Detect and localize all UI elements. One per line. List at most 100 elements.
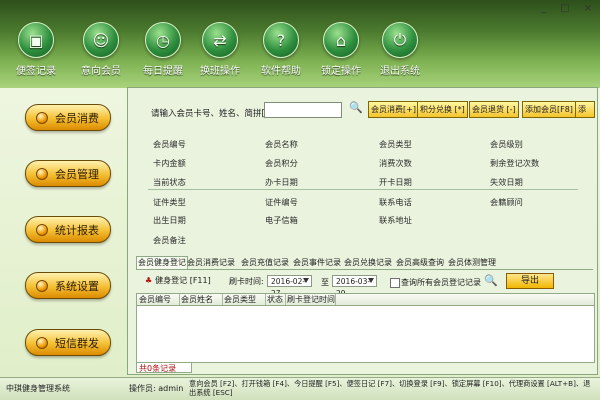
chevron-down-icon — [303, 278, 309, 283]
document-icon: ▣ — [18, 22, 54, 58]
field-label: 出生日期 — [153, 215, 186, 225]
records-table-body — [136, 305, 595, 363]
tab-exchange-records[interactable]: 会员兑换记录 — [344, 257, 392, 268]
toolbar-label: 软件帮助 — [261, 66, 301, 77]
toolbar-help[interactable]: ? 软件帮助 — [253, 22, 309, 77]
help-icon: ? — [263, 22, 299, 58]
start-date-select[interactable]: 2016-02-27 — [267, 275, 312, 298]
end-date-select[interactable]: 2016-03-29 — [332, 275, 377, 298]
field-label: 卡内金额 — [153, 158, 186, 168]
info-divider — [148, 189, 578, 190]
alarm-icon: ◷ — [145, 22, 181, 58]
time-label: 刷卡时间: — [229, 277, 264, 286]
field-label: 会员编号 — [153, 139, 186, 149]
field-label: 开卡日期 — [379, 177, 412, 187]
tab-recharge-records[interactable]: 会员充值记录 — [241, 257, 289, 268]
fitness-checkin-button[interactable]: ♣ 健身登记 [F11] — [145, 275, 211, 286]
switch-icon: ⇄ — [202, 22, 238, 58]
add-member-button[interactable]: 添加会员[F8] — [522, 101, 576, 118]
field-label: 剩余登记次数 — [490, 158, 540, 168]
search-icon[interactable]: 🔍 — [484, 275, 498, 286]
toolbar-shift-change[interactable]: ⇄ 换班操作 — [192, 22, 248, 77]
radio-icon — [36, 223, 48, 236]
minimize-button[interactable]: _ — [541, 3, 546, 14]
sidebar-item-statistics[interactable]: 统计报表 — [25, 216, 111, 243]
query-all-checkbox[interactable] — [390, 278, 400, 288]
toolbar-lock[interactable]: ⌂ 锁定操作 — [313, 22, 369, 77]
member-return-button[interactable]: 会员退货 [-] — [469, 101, 519, 118]
tab-consume-records[interactable]: 会员消费记录 — [187, 257, 235, 268]
toolbar-exit[interactable]: ⏻ 退出系统 — [372, 22, 428, 77]
toolbar-sticky-notes[interactable]: ▣ 便签记录 — [8, 22, 64, 77]
column-header[interactable]: 会员编号 — [137, 294, 180, 305]
field-label: 当前状态 — [153, 177, 186, 187]
checkin-label: 健身登记 [F11] — [155, 276, 211, 285]
chevron-down-icon — [368, 278, 374, 283]
more-action-button[interactable]: 添 — [575, 101, 595, 118]
field-label: 会员积分 — [265, 158, 298, 168]
radio-icon — [36, 111, 48, 124]
sidebar-item-settings[interactable]: 系统设置 — [25, 272, 111, 299]
tab-fitness-checkin[interactable]: 会员健身登记 — [136, 256, 188, 269]
field-label: 会员级别 — [490, 139, 523, 149]
member-search-input[interactable] — [264, 102, 342, 118]
tab-advanced-query[interactable]: 会员高级查询 — [396, 257, 444, 268]
toolbar-label: 每日提醒 — [143, 66, 183, 77]
shortcut-hints: 意向会员 [F2]、打开钱箱 [F4]、今日提醒 [F5]、便签日记 [F7]、… — [189, 379, 591, 397]
member-consume-button[interactable]: 会员消费[+] — [368, 101, 419, 118]
column-header[interactable]: 状态 — [265, 294, 286, 305]
field-label: 会籍顾问 — [490, 197, 523, 207]
field-label: 会员名称 — [265, 139, 298, 149]
toolbar-daily-reminder[interactable]: ◷ 每日提醒 — [135, 22, 191, 77]
export-button[interactable]: 导出 — [506, 273, 554, 289]
column-header[interactable]: 会员类型 — [222, 294, 266, 305]
toolbar-label: 意向会员 — [81, 66, 121, 77]
toolbar: ▣ 便签记录 ☺ 意向会员 ◷ 每日提醒 ⇄ 换班操作 ? 软件帮助 ⌂ 锁定操… — [0, 0, 600, 88]
field-label: 会员类型 — [379, 139, 412, 149]
member-panel: 请输入会员卡号、姓名、简拼[F3] 🔍 会员消费[+] 积分兑换 [*] 会员退… — [127, 87, 598, 375]
field-label: 办卡日期 — [265, 177, 298, 187]
radio-icon — [36, 279, 48, 292]
sidebar-item-label: 系统设置 — [55, 279, 99, 293]
record-count: 共0条记录 — [136, 362, 192, 373]
lock-icon: ⌂ — [323, 22, 359, 58]
sidebar-item-label: 短信群发 — [55, 336, 99, 350]
to-label: 至 — [321, 278, 329, 287]
field-label: 联系电话 — [379, 197, 412, 207]
record-tabs: 会员健身登记 会员消费记录 会员充值记录 会员事件记录 会员兑换记录 会员高级查… — [136, 256, 593, 270]
radio-icon — [36, 167, 48, 180]
field-label: 会员备注 — [153, 235, 186, 245]
toolbar-member-intent[interactable]: ☺ 意向会员 — [73, 22, 129, 77]
search-icon[interactable]: 🔍 — [349, 102, 363, 114]
sidebar-item-label: 会员消费 — [55, 111, 99, 125]
column-header[interactable]: 刷卡登记时间 — [285, 294, 336, 305]
maximize-button[interactable]: □ — [560, 3, 569, 14]
column-header[interactable]: 会员姓名 — [179, 294, 223, 305]
tab-body-test[interactable]: 会员体测管理 — [448, 257, 496, 268]
points-exchange-button[interactable]: 积分兑换 [*] — [417, 101, 468, 118]
field-label: 消费次数 — [379, 158, 412, 168]
sidebar-item-member-management[interactable]: 会员管理 — [25, 160, 111, 187]
toolbar-label: 换班操作 — [200, 66, 240, 77]
search-label: 请输入会员卡号、姓名、简拼[F3] — [151, 109, 279, 119]
field-label: 联系地址 — [379, 215, 412, 225]
app-name: 中琪健身管理系统 — [6, 384, 70, 393]
tab-event-records[interactable]: 会员事件记录 — [293, 257, 341, 268]
sidebar-item-member-consume[interactable]: 会员消费 — [25, 104, 111, 131]
main-window: ▣ 便签记录 ☺ 意向会员 ◷ 每日提醒 ⇄ 换班操作 ? 软件帮助 ⌂ 锁定操… — [0, 0, 600, 400]
close-button[interactable]: × — [584, 3, 592, 14]
field-label: 电子信箱 — [265, 215, 298, 225]
status-bar: 中琪健身管理系统 操作员: admin 意向会员 [F2]、打开钱箱 [F4]、… — [0, 377, 600, 400]
fitness-icon: ♣ — [145, 276, 153, 285]
sidebar-item-label: 统计报表 — [55, 223, 99, 237]
sidebar-item-label: 会员管理 — [55, 167, 99, 181]
sidebar-item-sms[interactable]: 短信群发 — [25, 329, 111, 356]
radio-icon — [36, 336, 48, 349]
toolbar-label: 便签记录 — [16, 66, 56, 77]
toolbar-label: 退出系统 — [380, 66, 420, 77]
query-all-label: 查询所有会员登记记录 — [401, 278, 481, 287]
operator-label: 操作员: admin — [129, 384, 184, 393]
field-label: 失效日期 — [490, 177, 523, 187]
field-label: 证件类型 — [153, 197, 186, 207]
window-controls: _ □ × — [541, 3, 592, 14]
